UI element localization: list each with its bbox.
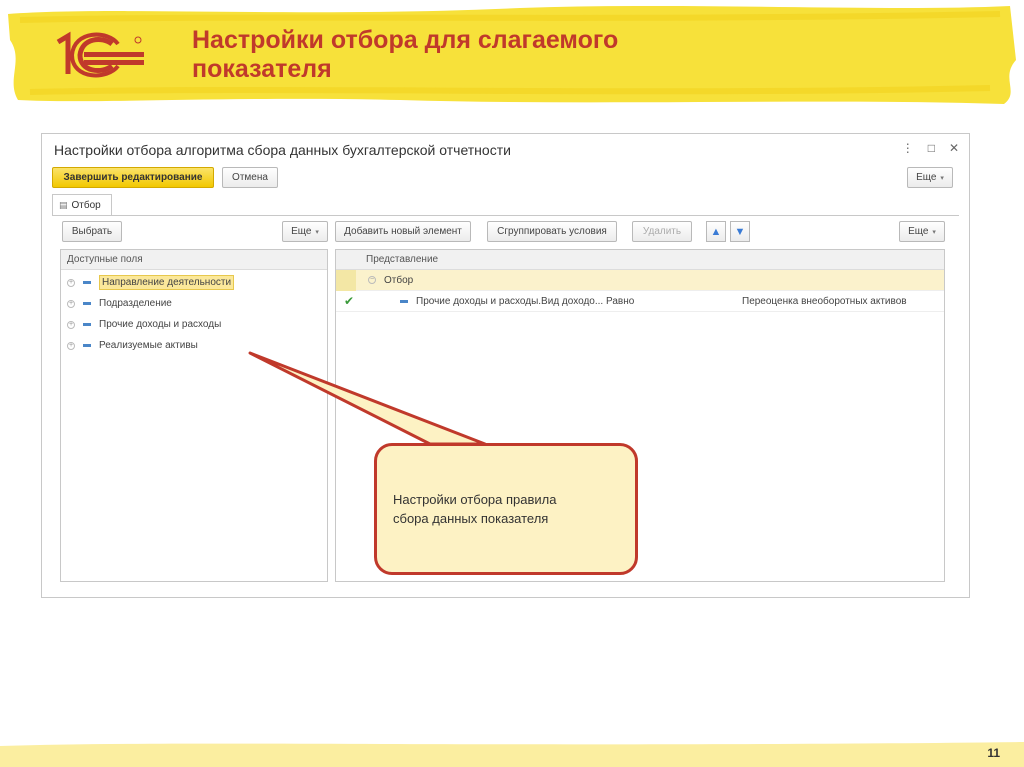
field-item[interactable]: + Прочие доходы и расходы xyxy=(61,314,327,335)
arrow-down-icon: ▼ xyxy=(734,225,746,238)
callout-box: Настройки отбора правила сбора данных по… xyxy=(374,443,638,575)
more-menu-icon[interactable]: ⋮ xyxy=(902,141,914,155)
field-icon xyxy=(83,323,91,326)
slide-title: Настройки отбора для слагаемого показате… xyxy=(192,26,619,83)
filter-group-label: Отбор xyxy=(384,274,414,286)
dropdown-arrow-icon: ▾ xyxy=(940,174,944,182)
condition-comparison: Равно xyxy=(606,295,635,307)
presentation-header: Представление xyxy=(336,250,944,270)
available-fields-header: Доступные поля xyxy=(61,250,327,270)
tab-filter[interactable]: ▤ Отбор xyxy=(52,194,112,216)
window-controls: ⋮ □ ✕ xyxy=(902,141,959,155)
available-fields-panel: Доступные поля + Направление деятельност… xyxy=(60,249,328,582)
dropdown-arrow-icon: ▾ xyxy=(315,228,319,236)
finish-editing-button[interactable]: Завершить редактирование xyxy=(52,167,214,188)
tab-filter-label: Отбор xyxy=(71,200,101,211)
condition-value: Переоценка внеоборотных активов xyxy=(742,295,907,307)
callout-text-line2: сбора данных показателя xyxy=(393,511,549,526)
field-icon xyxy=(83,281,91,284)
window-title: Настройки отбора алгоритма сбора данных … xyxy=(54,142,511,158)
add-element-button[interactable]: Добавить новый элемент xyxy=(335,221,471,242)
left-more-label: Еще xyxy=(291,226,312,237)
right-more-label: Еще xyxy=(908,226,929,237)
footer-banner xyxy=(0,738,1024,767)
expand-icon[interactable]: + xyxy=(67,320,75,329)
field-item-label: Направление деятельности xyxy=(99,275,235,290)
right-more-button[interactable]: Еще ▾ xyxy=(899,221,945,242)
field-item[interactable]: + Реализуемые активы xyxy=(61,335,327,356)
filter-icon: ▤ xyxy=(59,200,68,210)
filter-condition-row[interactable]: ✔ Прочие доходы и расходы.Вид доходо... … xyxy=(336,291,944,312)
page-number: 11 xyxy=(987,746,1000,760)
cancel-button[interactable]: Отмена xyxy=(222,167,278,188)
field-item-label: Подразделение xyxy=(99,298,172,309)
move-down-button[interactable]: ▼ xyxy=(730,221,750,242)
field-icon xyxy=(83,344,91,347)
more-button[interactable]: Еще ▾ xyxy=(907,167,953,188)
field-icon xyxy=(400,299,408,303)
field-item[interactable]: + Направление деятельности xyxy=(61,272,327,293)
1c-logo xyxy=(52,30,152,80)
maximize-icon[interactable]: □ xyxy=(928,141,935,155)
expand-icon[interactable]: + xyxy=(67,299,75,308)
checkbox-checked-icon[interactable]: ✔ xyxy=(344,295,356,307)
filter-group-row[interactable]: − Отбор xyxy=(336,269,944,291)
row-marker xyxy=(336,269,356,291)
callout-text: Настройки отбора правила сбора данных по… xyxy=(393,490,623,528)
more-label: Еще xyxy=(916,172,937,183)
field-item-label: Прочие доходы и расходы xyxy=(99,319,222,330)
condition-field: Прочие доходы и расходы.Вид доходо... xyxy=(416,295,604,307)
delete-button[interactable]: Удалить xyxy=(632,221,692,242)
collapse-icon[interactable]: − xyxy=(368,276,376,284)
dropdown-arrow-icon: ▾ xyxy=(932,228,936,236)
left-more-button[interactable]: Еще ▾ xyxy=(282,221,328,242)
callout-text-line1: Настройки отбора правила xyxy=(393,492,557,507)
close-icon[interactable]: ✕ xyxy=(949,141,959,155)
field-item-label: Реализуемые активы xyxy=(99,340,198,351)
expand-icon[interactable]: + xyxy=(67,341,75,350)
group-conditions-button[interactable]: Сгруппировать условия xyxy=(487,221,617,242)
field-item[interactable]: + Подразделение xyxy=(61,293,327,314)
select-button[interactable]: Выбрать xyxy=(62,221,122,242)
tab-divider xyxy=(52,215,959,216)
field-icon xyxy=(83,302,91,305)
arrow-up-icon: ▲ xyxy=(710,225,722,238)
expand-icon[interactable]: + xyxy=(67,278,75,287)
move-up-button[interactable]: ▲ xyxy=(706,221,726,242)
